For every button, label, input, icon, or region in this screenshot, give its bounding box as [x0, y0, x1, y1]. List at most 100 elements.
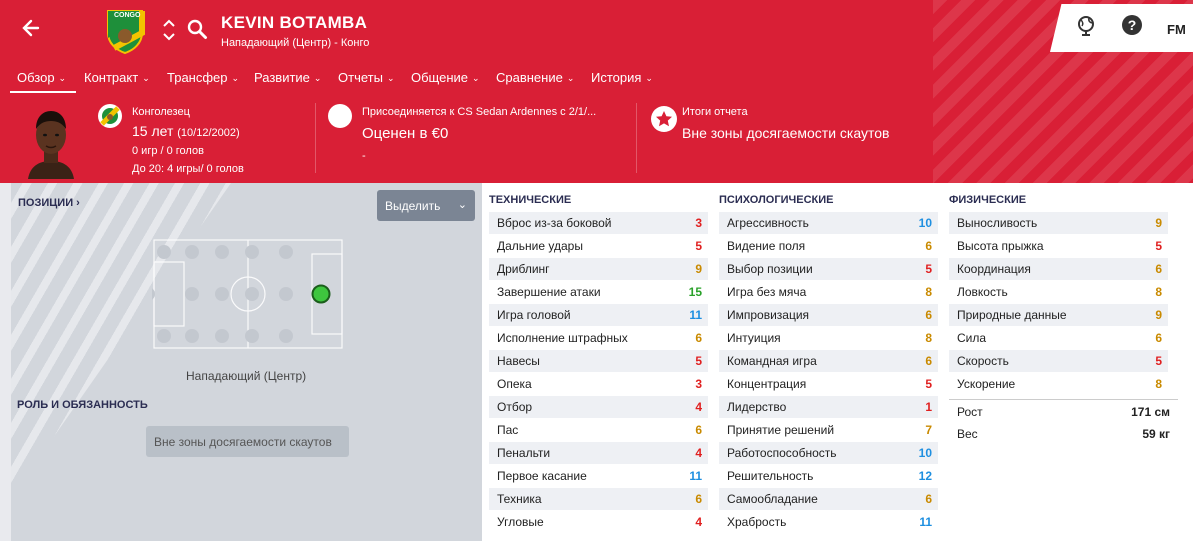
attribute-row[interactable]: Дриблинг 9 — [489, 258, 708, 280]
chevron-down-icon: ⌄ — [313, 73, 322, 83]
highlight-dropdown[interactable]: Выделить ⌄ — [377, 190, 475, 221]
attribute-name: Храбрость — [727, 515, 787, 529]
attribute-value: 8 — [925, 331, 932, 345]
attribute-row[interactable]: Ловкость 8 — [949, 281, 1168, 303]
attribute-row[interactable]: Выбор позиции 5 — [719, 258, 938, 280]
attribute-name: Скорость — [957, 354, 1009, 368]
attribute-row[interactable]: Храбрость 11 — [719, 511, 938, 533]
attribute-row[interactable]: Пас 6 — [489, 419, 708, 441]
attribute-row[interactable]: Принятие решений 7 — [719, 419, 938, 441]
attribute-row[interactable]: Работоспособность 10 — [719, 442, 938, 464]
prev-next-player-icon[interactable] — [160, 16, 178, 44]
role-out-of-scout-range: Вне зоны досягаемости скаутов — [146, 426, 349, 457]
attribute-value: 3 — [695, 377, 702, 391]
attribute-name: Видение поля — [727, 239, 806, 253]
attribute-row[interactable]: Завершение атаки 15 — [489, 281, 708, 303]
highlight-label: Выделить — [385, 199, 441, 213]
attribute-value: 6 — [1155, 331, 1162, 345]
attribute-value: 15 — [688, 285, 702, 299]
attribute-name: Выносливость — [957, 216, 1038, 230]
attribute-row[interactable]: Сила 6 — [949, 327, 1168, 349]
attribute-row[interactable]: Угловые 4 — [489, 511, 708, 533]
chevron-down-icon: ⌄ — [472, 73, 480, 83]
attribute-row[interactable]: Выносливость 9 — [949, 212, 1168, 234]
header-separator — [636, 103, 637, 173]
tab-label: Отчеты — [338, 70, 383, 85]
attribute-name: Высота прыжка — [957, 239, 1044, 253]
attribute-value: 9 — [1155, 308, 1162, 322]
attribute-row[interactable]: Природные данные 9 — [949, 304, 1168, 326]
attribute-value: 6 — [695, 331, 702, 345]
attribute-row[interactable]: Пенальти 4 — [489, 442, 708, 464]
attribute-value: 3 — [695, 216, 702, 230]
help-icon[interactable]: ? — [1121, 14, 1143, 36]
tab-contract[interactable]: Контракт ⌄ — [84, 70, 150, 85]
attribute-row[interactable]: Техника 6 — [489, 488, 708, 510]
physical-divider — [949, 399, 1178, 400]
attribute-row[interactable]: Командная игра 6 — [719, 350, 938, 372]
globe-icon[interactable] — [1075, 14, 1097, 36]
attribute-name: Отбор — [497, 400, 533, 414]
attribute-row[interactable]: Самообладание 6 — [719, 488, 938, 510]
attribute-row[interactable]: Координация 6 — [949, 258, 1168, 280]
attribute-name: Координация — [957, 262, 1031, 276]
tab-label: Трансфер — [167, 70, 228, 85]
attribute-row[interactable]: Видение поля 6 — [719, 235, 938, 257]
attribute-row[interactable]: Игра головой 11 — [489, 304, 708, 326]
attribute-name: Лидерство — [727, 400, 787, 414]
attribute-value: 12 — [918, 469, 932, 483]
attribute-name: Дальние удары — [497, 239, 583, 253]
tab-comparison[interactable]: Сравнение ⌄ — [496, 70, 574, 85]
chevron-down-icon: ⌄ — [566, 73, 575, 83]
height-label: Рост — [957, 405, 983, 419]
attribute-row[interactable]: Импровизация 6 — [719, 304, 938, 326]
search-icon[interactable] — [186, 18, 208, 40]
attribute-row[interactable]: Ускорение 8 — [949, 373, 1168, 395]
tab-transfer[interactable]: Трансфер ⌄ — [167, 70, 239, 85]
attribute-name: Первое касание — [497, 469, 587, 483]
attribute-name: Импровизация — [727, 308, 810, 322]
attribute-row[interactable]: Скорость 5 — [949, 350, 1168, 372]
attribute-row[interactable]: Опека 3 — [489, 373, 708, 395]
positions-title[interactable]: ПОЗИЦИИ › — [18, 197, 80, 209]
attribute-value: 5 — [925, 377, 932, 391]
tab-reports[interactable]: Отчеты ⌄ — [338, 70, 394, 85]
positions-pitch — [141, 238, 344, 350]
attribute-name: Техника — [497, 492, 542, 506]
attribute-row[interactable]: Агрессивность 10 — [719, 212, 938, 234]
attribute-row[interactable]: Навесы 5 — [489, 350, 708, 372]
tab-development[interactable]: Развитие ⌄ — [254, 70, 321, 85]
attribute-value: 11 — [689, 469, 702, 483]
attribute-name: Опека — [497, 377, 532, 391]
attribute-row[interactable]: Решительность 12 — [719, 465, 938, 487]
svg-text:?: ? — [1128, 17, 1137, 33]
attribute-row[interactable]: Вброс из-за боковой 3 — [489, 212, 708, 234]
attribute-row[interactable]: Концентрация 5 — [719, 373, 938, 395]
tab-history[interactable]: История ⌄ — [591, 70, 653, 85]
back-arrow-icon[interactable] — [18, 14, 46, 42]
player-face-avatar — [22, 103, 80, 179]
tab-interaction[interactable]: Общение ⌄ — [411, 70, 480, 85]
club-badge-placeholder-icon — [328, 104, 352, 128]
player-profile-screen: { "header":{"player_name":"KEVIN BOTAMBA… — [0, 0, 1193, 541]
fm-menu-button[interactable]: FM — [1167, 22, 1186, 37]
tab-overview[interactable]: Обзор ⌄ — [17, 70, 66, 85]
attribute-row[interactable]: Отбор 4 — [489, 396, 708, 418]
chevron-down-icon: ⌄ — [142, 73, 150, 83]
attribute-row[interactable]: Игра без мяча 8 — [719, 281, 938, 303]
attribute-value: 10 — [918, 446, 932, 460]
role-duty-title: РОЛЬ И ОБЯЗАННОСТЬ — [17, 399, 148, 411]
attribute-row[interactable]: Лидерство 1 — [719, 396, 938, 418]
attribute-value: 6 — [695, 492, 702, 506]
attribute-row[interactable]: Интуиция 8 — [719, 327, 938, 349]
attribute-name: Игра без мяча — [727, 285, 807, 299]
weight-label: Вес — [957, 427, 978, 441]
attribute-row[interactable]: Дальние удары 5 — [489, 235, 708, 257]
joins-club-text: Присоединяется к CS Sedan Ardennes с 2/1… — [362, 106, 597, 118]
date-of-birth: (10/12/2002) — [177, 127, 240, 139]
attribute-value: 11 — [689, 308, 702, 322]
attribute-row[interactable]: Исполнение штрафных 6 — [489, 327, 708, 349]
tab-label: Сравнение — [496, 70, 563, 85]
attribute-row[interactable]: Высота прыжка 5 — [949, 235, 1168, 257]
attribute-row[interactable]: Первое касание 11 — [489, 465, 708, 487]
